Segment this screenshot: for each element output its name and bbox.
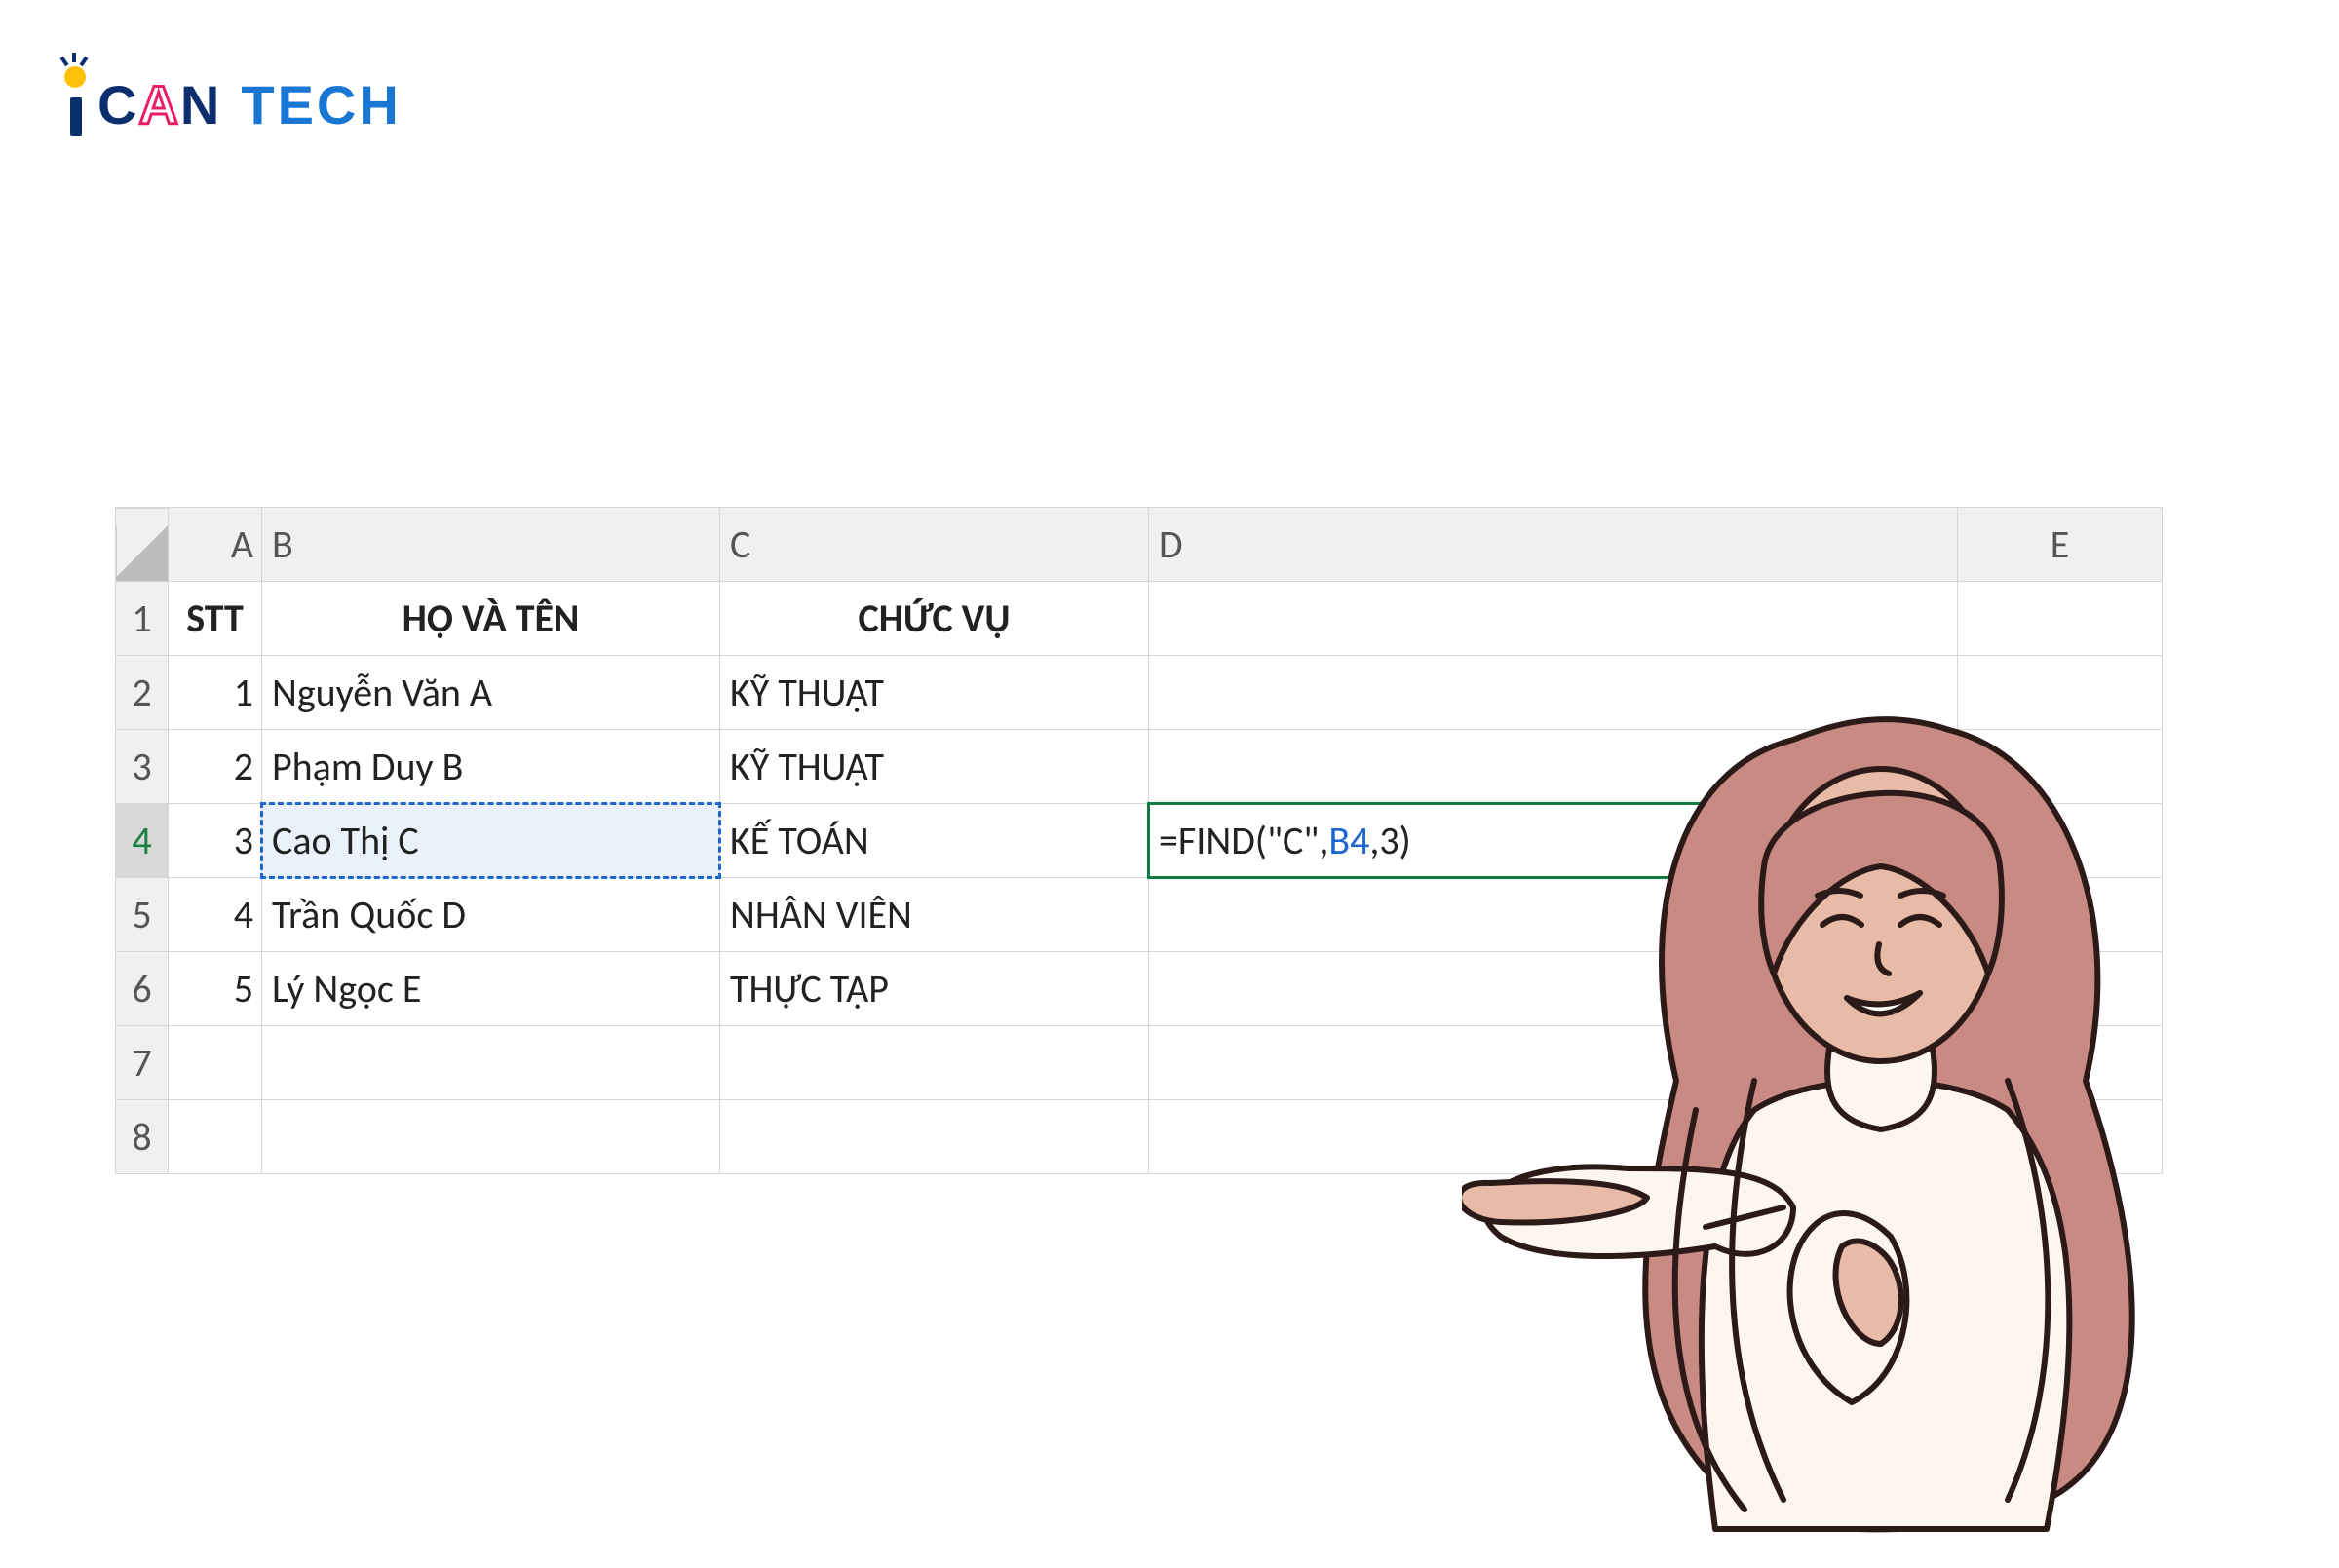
cell-e8[interactable]: [1958, 1100, 2163, 1174]
cell-b3[interactable]: Phạm Duy B: [262, 730, 720, 804]
cell-d6[interactable]: [1149, 952, 1958, 1026]
cell-c3[interactable]: KỸ THUẬT: [720, 730, 1149, 804]
cell-d5[interactable]: [1149, 878, 1958, 952]
row-header-1[interactable]: 1: [116, 582, 169, 656]
cell-c4[interactable]: KẾ TOÁN: [720, 804, 1149, 878]
logo-text-can: CAN: [97, 73, 221, 136]
cell-a2[interactable]: 1: [169, 656, 262, 730]
cell-d3[interactable]: [1149, 730, 1958, 804]
logo: CAN TECH: [58, 58, 402, 136]
row-header-7[interactable]: 7: [116, 1026, 169, 1100]
cell-c2[interactable]: KỸ THUẬT: [720, 656, 1149, 730]
cell-e4[interactable]: [1958, 804, 2163, 878]
cell-d7[interactable]: [1149, 1026, 1958, 1100]
cell-b1[interactable]: HỌ VÀ TÊN: [262, 582, 720, 656]
cell-e5[interactable]: [1958, 878, 2163, 952]
cell-d4[interactable]: =FIND("C",B4,3): [1149, 804, 1958, 878]
row-header-2[interactable]: 2: [116, 656, 169, 730]
col-header-a[interactable]: A: [169, 508, 262, 582]
cell-c8[interactable]: [720, 1100, 1149, 1174]
cell-a8[interactable]: [169, 1100, 262, 1174]
row-header-4[interactable]: 4: [116, 804, 169, 878]
row-header-5[interactable]: 5: [116, 878, 169, 952]
cell-a5[interactable]: 4: [169, 878, 262, 952]
cell-e3[interactable]: [1958, 730, 2163, 804]
cell-c6[interactable]: THỰC TẬP: [720, 952, 1149, 1026]
cell-e2[interactable]: [1958, 656, 2163, 730]
logo-text-tech: TECH: [241, 73, 401, 136]
cell-a6[interactable]: 5: [169, 952, 262, 1026]
select-all-corner[interactable]: [116, 508, 169, 582]
cell-e6[interactable]: [1958, 952, 2163, 1026]
logo-bulb-icon: [58, 58, 92, 136]
cell-d8[interactable]: [1149, 1100, 1958, 1174]
cell-a3[interactable]: 2: [169, 730, 262, 804]
cell-b2[interactable]: Nguyễn Văn A: [262, 656, 720, 730]
cell-b5[interactable]: Trần Quốc D: [262, 878, 720, 952]
cell-c7[interactable]: [720, 1026, 1149, 1100]
cell-b8[interactable]: [262, 1100, 720, 1174]
cell-c5[interactable]: NHÂN VIÊN: [720, 878, 1149, 952]
row-header-8[interactable]: 8: [116, 1100, 169, 1174]
row-header-3[interactable]: 3: [116, 730, 169, 804]
cell-e7[interactable]: [1958, 1026, 2163, 1100]
cell-a1[interactable]: STT: [169, 582, 262, 656]
col-header-d[interactable]: D: [1149, 508, 1958, 582]
col-header-e[interactable]: E: [1958, 508, 2163, 582]
spreadsheet[interactable]: A B C D E 1 STT HỌ VÀ TÊN CHỨC VỤ 2 1 Ng…: [115, 507, 2163, 1174]
col-header-c[interactable]: C: [720, 508, 1149, 582]
cell-b6[interactable]: Lý Ngọc E: [262, 952, 720, 1026]
cell-d2[interactable]: [1149, 656, 1958, 730]
cell-a4[interactable]: 3: [169, 804, 262, 878]
cell-e1[interactable]: [1958, 582, 2163, 656]
col-header-b[interactable]: B: [262, 508, 720, 582]
cell-d1[interactable]: [1149, 582, 1958, 656]
cell-a7[interactable]: [169, 1026, 262, 1100]
row-header-6[interactable]: 6: [116, 952, 169, 1026]
cell-b7[interactable]: [262, 1026, 720, 1100]
formula-text: =FIND("C",B4,3): [1159, 817, 1411, 864]
cell-b4[interactable]: Cao Thị C: [262, 804, 720, 878]
cell-c1[interactable]: CHỨC VỤ: [720, 582, 1149, 656]
